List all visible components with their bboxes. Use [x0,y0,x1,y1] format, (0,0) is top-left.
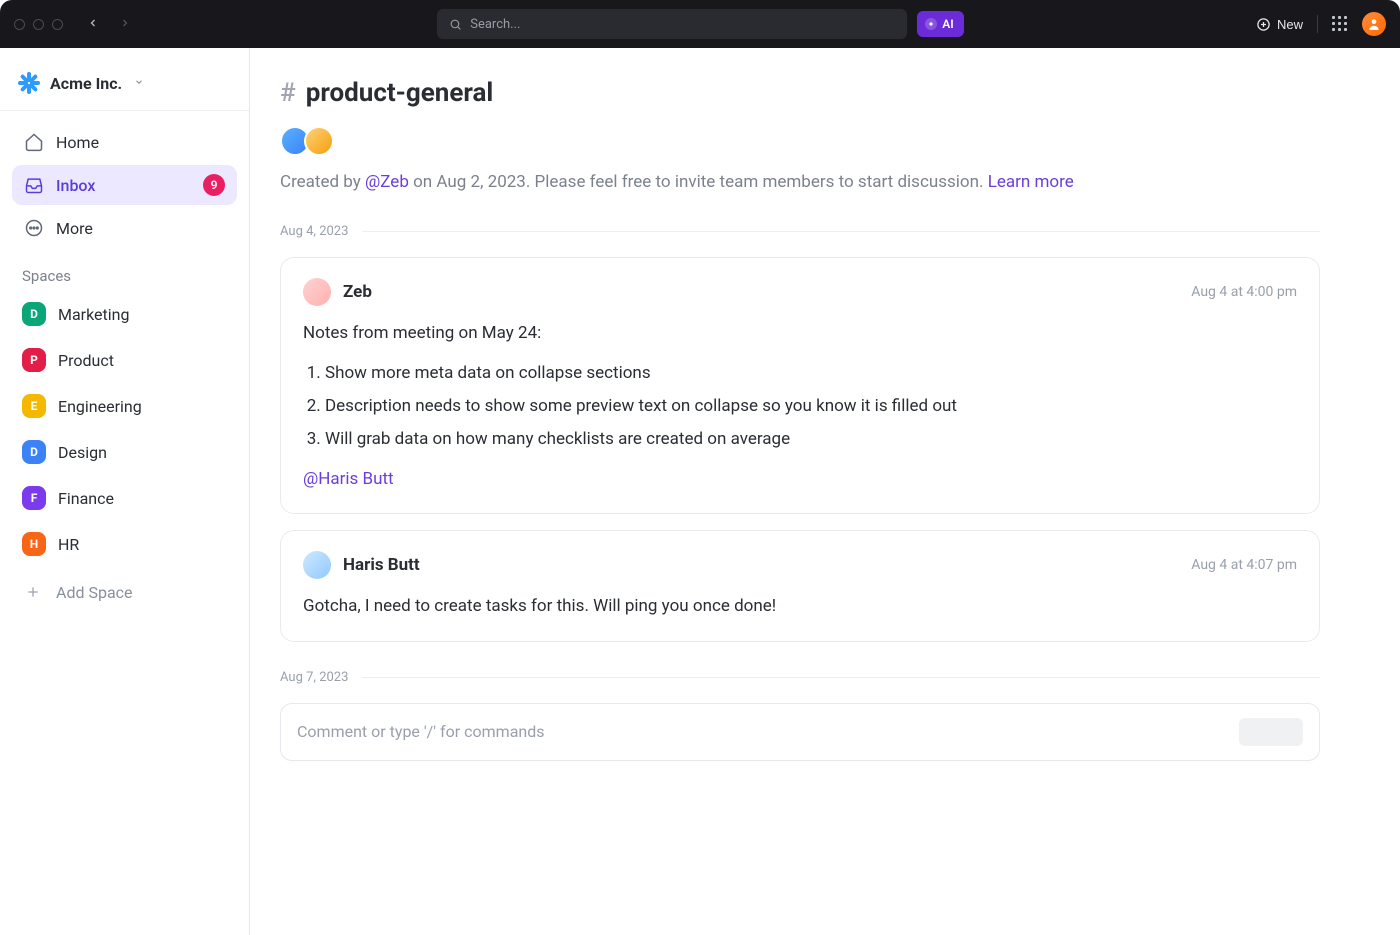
plus-icon [22,581,44,603]
space-label: Engineering [58,397,142,416]
add-space-button[interactable]: Add Space [12,569,237,615]
window-controls [14,19,63,30]
divider [1317,15,1318,33]
date-separator: Aug 7, 2023 [280,670,1320,685]
forward-button[interactable] [113,12,137,36]
spaces-list: D Marketing P Product E Engineering D Design… [0,293,249,615]
message-avatar [303,551,331,579]
home-icon [24,132,44,152]
date-separator: Aug 4, 2023 [280,224,1320,239]
ai-label: AI [942,17,953,31]
message-timestamp: Aug 4 at 4:00 pm [1191,284,1297,300]
learn-more-link[interactable]: Learn more [988,172,1074,192]
message-author: Haris Butt [343,555,420,575]
back-button[interactable] [81,12,105,36]
space-item[interactable]: F Finance [12,477,237,519]
desc-text: Created by [280,172,365,192]
workspace-name: Acme Inc. [50,74,122,93]
space-badge: E [22,394,46,418]
workspace-switcher[interactable]: Acme Inc. [0,62,249,111]
space-label: Marketing [58,305,129,324]
sidebar-item-label: More [56,219,93,238]
space-label: Finance [58,489,114,508]
window-close-icon[interactable] [14,19,25,30]
sidebar-item-label: Inbox [56,176,95,195]
workspace-logo-icon [18,72,40,94]
space-label: Product [58,351,114,370]
space-badge: D [22,440,46,464]
inbox-icon [24,175,44,195]
sidebar-item-inbox[interactable]: Inbox 9 [12,165,237,205]
member-avatar [304,126,334,156]
new-button[interactable]: New [1256,17,1303,32]
message-list: Show more meta data on collapse sections… [325,357,1297,457]
channel-name: product-general [306,78,494,108]
message-card[interactable]: Zeb Aug 4 at 4:00 pm Notes from meeting … [280,257,1320,515]
date-label: Aug 4, 2023 [280,224,348,239]
composer-placeholder: Comment or type '/' for commands [297,722,1239,741]
spaces-heading: Spaces [0,251,249,293]
search-placeholder: Search... [470,17,520,32]
message-avatar [303,278,331,306]
date-label: Aug 7, 2023 [280,670,348,685]
ai-button[interactable]: AI [917,11,963,37]
search-icon [449,18,462,31]
send-button[interactable] [1239,718,1303,746]
space-item[interactable]: D Design [12,431,237,473]
more-icon [24,218,44,238]
sidebar-item-label: Home [56,133,99,152]
sidebar-item-more[interactable]: More [12,209,237,247]
desc-text: on Aug 2, 2023. Please feel free to invi… [409,172,988,192]
channel-members[interactable] [280,126,1320,156]
plus-circle-icon [1256,17,1271,32]
topbar: Search... AI New [0,0,1400,48]
space-badge: D [22,302,46,326]
main-content: # product-general Created by @Zeb on Aug… [250,48,1400,935]
list-item: Show more meta data on collapse sections [325,357,1297,390]
space-item[interactable]: D Marketing [12,293,237,335]
creator-mention[interactable]: @Zeb [365,172,409,192]
hash-icon: # [280,78,296,108]
message-card[interactable]: Haris Butt Aug 4 at 4:07 pm Gotcha, I ne… [280,530,1320,641]
search-input[interactable]: Search... [437,9,907,39]
message-text: Gotcha, I need to create tasks for this.… [303,593,1297,620]
space-label: HR [58,535,79,554]
sidebar-item-home[interactable]: Home [12,123,237,161]
chevron-down-icon [134,77,144,90]
message-author: Zeb [343,282,372,302]
space-item[interactable]: H HR [12,523,237,565]
message-text: Notes from meeting on May 24: [303,320,1297,347]
message-timestamp: Aug 4 at 4:07 pm [1191,557,1297,573]
comment-composer[interactable]: Comment or type '/' for commands [280,703,1320,761]
space-label: Design [58,443,107,462]
user-avatar[interactable] [1362,12,1386,36]
add-space-label: Add Space [56,583,133,602]
window-maximize-icon[interactable] [52,19,63,30]
window-minimize-icon[interactable] [33,19,44,30]
channel-description: Created by @Zeb on Aug 2, 2023. Please f… [280,170,1320,196]
space-badge: P [22,348,46,372]
message-mention[interactable]: @Haris Butt [303,466,1297,493]
space-item[interactable]: P Product [12,339,237,381]
space-item[interactable]: E Engineering [12,385,237,427]
new-label: New [1277,17,1303,32]
list-item: Will grab data on how many checklists ar… [325,423,1297,456]
list-item: Description needs to show some preview t… [325,390,1297,423]
ai-icon [925,18,937,30]
space-badge: H [22,532,46,556]
apps-menu-button[interactable] [1332,16,1348,32]
channel-title: # product-general [280,78,1320,108]
space-badge: F [22,486,46,510]
sidebar: Acme Inc. Home Inbox 9 More [0,48,250,935]
inbox-badge: 9 [203,174,225,196]
